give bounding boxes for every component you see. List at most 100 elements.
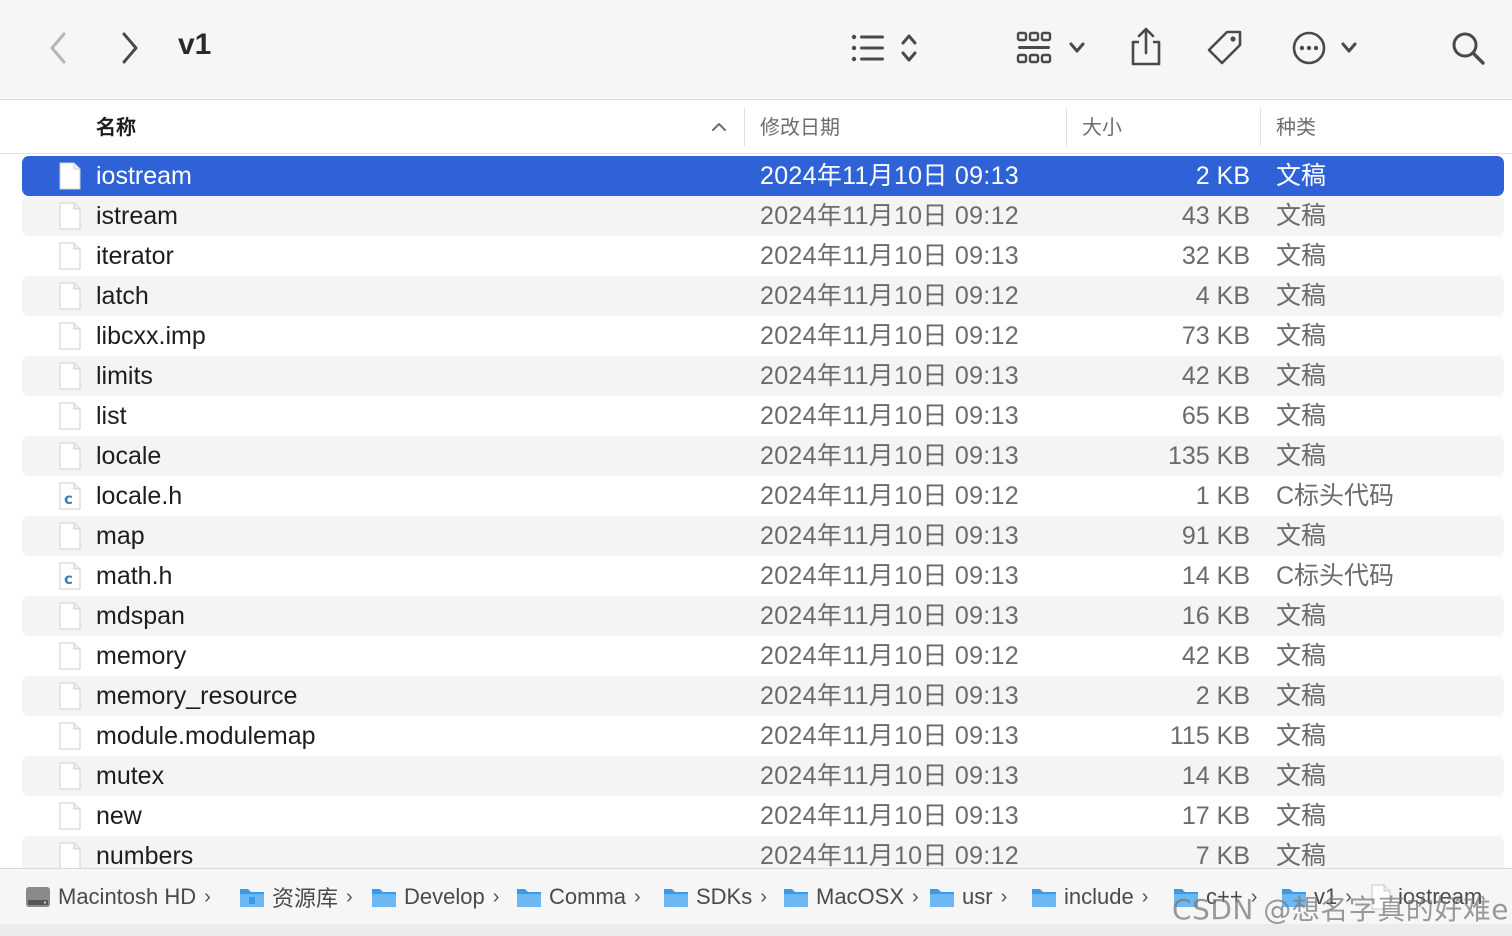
group-button[interactable]: [1012, 26, 1092, 70]
path-crumb-label: 资源库: [272, 886, 339, 911]
path-separator-icon: ›: [634, 885, 641, 908]
column-date-header[interactable]: 修改日期: [760, 100, 840, 154]
file-date: 2024年11月10日 09:13: [760, 442, 1019, 470]
file-icon-wrap: [58, 162, 82, 190]
file-name: memory_resource: [96, 682, 298, 710]
file-date: 2024年11月10日 09:12: [760, 842, 1019, 868]
file-row[interactable]: iostream 2024年11月10日 09:13 2 KB 文稿: [22, 156, 1504, 196]
file-row[interactable]: memory 2024年11月10日 09:12 42 KB 文稿: [22, 636, 1504, 676]
file-row[interactable]: c locale.h 2024年11月10日 09:12 1 KB C标头代码: [22, 476, 1504, 516]
path-separator-icon: ›: [760, 885, 767, 908]
folder-icon: [372, 889, 396, 907]
document-icon: [59, 362, 81, 390]
file-row[interactable]: new 2024年11月10日 09:13 17 KB 文稿: [22, 796, 1504, 836]
path-crumb-label: SDKs: [696, 884, 753, 909]
svg-text:c: c: [64, 490, 73, 508]
file-row[interactable]: locale 2024年11月10日 09:13 135 KB 文稿: [22, 436, 1504, 476]
file-row[interactable]: module.modulemap 2024年11月10日 09:13 115 KB 文…: [22, 716, 1504, 756]
path-crumb[interactable]: SDKs ›: [662, 869, 776, 925]
file-date: 2024年11月10日 09:13: [760, 522, 1019, 550]
file-row[interactable]: mutex 2024年11月10日 09:13 14 KB 文稿: [22, 756, 1504, 796]
path-crumb-label: Develop: [404, 884, 485, 909]
path-crumb[interactable]: usr ›: [928, 869, 1024, 925]
more-actions-button[interactable]: [1288, 26, 1364, 70]
document-icon: [59, 402, 81, 430]
file-size: 135 KB: [1167, 442, 1250, 470]
file-row[interactable]: limits 2024年11月10日 09:13 42 KB 文稿: [22, 356, 1504, 396]
back-button[interactable]: [40, 26, 76, 70]
file-size: 17 KB: [1181, 802, 1250, 830]
file-size: 73 KB: [1181, 322, 1250, 350]
file-row[interactable]: libcxx.imp 2024年11月10日 09:12 73 KB 文稿: [22, 316, 1504, 356]
search-button[interactable]: [1446, 26, 1490, 70]
column-size-header[interactable]: 大小: [1082, 100, 1122, 154]
file-row[interactable]: c math.h 2024年11月10日 09:13 14 KB C标头代码: [22, 556, 1504, 596]
watermark: CSDN @想名字真的好难e: [1172, 893, 1509, 926]
path-crumb[interactable]: MacOSX ›: [782, 869, 924, 925]
file-date: 2024年11月10日 09:12: [760, 322, 1019, 350]
forward-button[interactable]: [112, 26, 148, 70]
file-row[interactable]: mdspan 2024年11月10日 09:13 16 KB 文稿: [22, 596, 1504, 636]
path-crumb[interactable]: Develop ›: [370, 869, 510, 925]
file-kind: 文稿: [1276, 362, 1327, 390]
folder-icon: [784, 889, 808, 907]
file-name: iterator: [96, 242, 174, 270]
file-row[interactable]: memory_resource 2024年11月10日 09:13 2 KB 文稿: [22, 676, 1504, 716]
path-crumb[interactable]: 资源库 ›: [238, 869, 366, 925]
file-name: mutex: [96, 762, 165, 790]
file-kind: C标头代码: [1276, 562, 1395, 590]
c-header-icon: c: [59, 562, 81, 590]
file-date: 2024年11月10日 09:13: [760, 762, 1019, 790]
file-size: 14 KB: [1181, 562, 1250, 590]
grid-group-icon: [1016, 31, 1085, 64]
path-crumb-label: usr: [962, 884, 993, 909]
document-icon: [59, 722, 81, 750]
column-kind-header[interactable]: 种类: [1276, 100, 1316, 154]
document-icon: [59, 642, 81, 670]
file-date: 2024年11月10日 09:13: [760, 562, 1019, 590]
path-crumb[interactable]: include ›: [1030, 869, 1166, 925]
tag-button[interactable]: [1202, 26, 1248, 70]
view-options-button[interactable]: [846, 26, 926, 70]
chevron-right-icon: [122, 32, 138, 64]
file-date: 2024年11月10日 09:12: [760, 202, 1019, 230]
file-icon-wrap: [58, 522, 82, 550]
file-date: 2024年11月10日 09:13: [760, 242, 1019, 270]
file-size: 2 KB: [1195, 682, 1250, 710]
search-icon: [1452, 32, 1485, 65]
file-icon-wrap: c: [58, 562, 82, 590]
sort-ascending-icon[interactable]: [710, 118, 728, 136]
file-size: 115 KB: [1169, 722, 1250, 750]
svg-text:c: c: [64, 570, 73, 588]
file-list[interactable]: iostream 2024年11月10日 09:13 2 KB 文稿 istream 20…: [0, 156, 1512, 868]
file-size: 91 KB: [1181, 522, 1250, 550]
path-separator-icon: ›: [346, 885, 353, 908]
document-icon: [59, 202, 81, 230]
file-name: new: [96, 802, 142, 830]
column-name-header[interactable]: 名称: [96, 100, 136, 154]
file-kind: 文稿: [1276, 242, 1327, 270]
file-date: 2024年11月10日 09:13: [760, 682, 1019, 710]
file-icon-wrap: [58, 322, 82, 350]
file-size: 16 KB: [1181, 602, 1250, 630]
file-icon-wrap: [58, 362, 82, 390]
file-row[interactable]: map 2024年11月10日 09:13 91 KB 文稿: [22, 516, 1504, 556]
file-row[interactable]: istream 2024年11月10日 09:12 43 KB 文稿: [22, 196, 1504, 236]
list-view-icon: [851, 34, 917, 62]
file-name: module.modulemap: [96, 722, 316, 750]
file-row[interactable]: iterator 2024年11月10日 09:13 32 KB 文稿: [22, 236, 1504, 276]
path-crumb[interactable]: Macintosh HD ›: [24, 869, 232, 925]
file-row[interactable]: latch 2024年11月10日 09:12 4 KB 文稿: [22, 276, 1504, 316]
path-separator-icon: ›: [1141, 885, 1149, 908]
file-row[interactable]: list 2024年11月10日 09:13 65 KB 文稿: [22, 396, 1504, 436]
column-divider[interactable]: [1066, 108, 1067, 146]
file-size: 4 KB: [1195, 282, 1250, 310]
column-divider[interactable]: [744, 108, 745, 146]
share-button[interactable]: [1124, 24, 1168, 70]
file-row[interactable]: numbers 2024年11月10日 09:12 7 KB 文稿: [22, 836, 1504, 868]
file-name: locale: [96, 442, 162, 470]
path-crumb[interactable]: Comma ›: [515, 869, 657, 925]
column-divider[interactable]: [1260, 108, 1261, 146]
file-date: 2024年11月10日 09:13: [760, 602, 1019, 630]
document-icon: [59, 802, 81, 830]
